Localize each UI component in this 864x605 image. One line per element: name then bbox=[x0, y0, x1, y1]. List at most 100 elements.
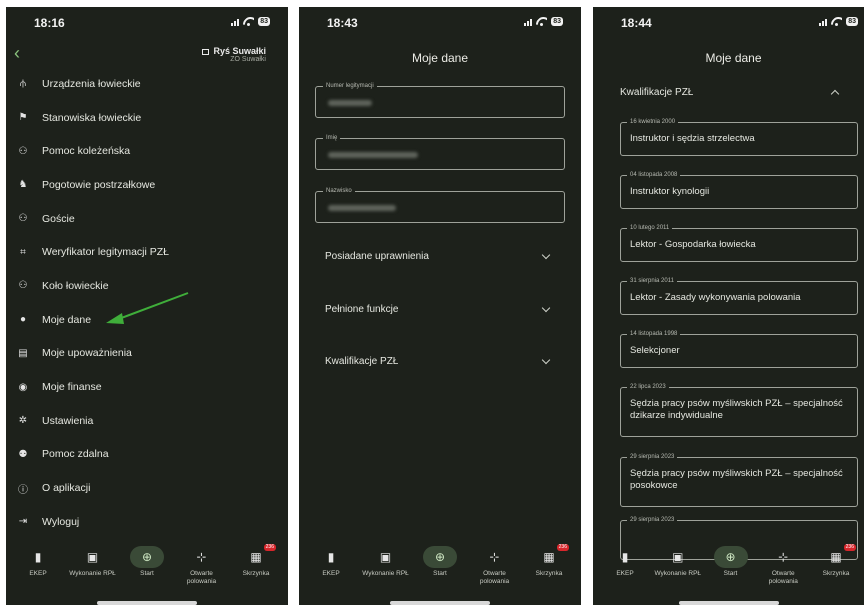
section-qualifications-header[interactable]: Kwalifikacje PZŁ bbox=[620, 87, 840, 99]
blurred-value bbox=[328, 100, 372, 106]
qualification-name: Lektor - Gospodarka łowiecka bbox=[630, 239, 756, 250]
nav-glyph: ▦ bbox=[830, 550, 842, 564]
inbox-icon: ▦ 236 bbox=[230, 544, 282, 568]
nav-glyph: ▣ bbox=[86, 550, 99, 564]
nav-item[interactable]: ▦ 236 Skrzynka bbox=[523, 540, 575, 590]
calendar-icon: ▣ bbox=[652, 546, 704, 568]
nav-item[interactable]: ▣ Wykonanie RPŁ bbox=[67, 540, 119, 590]
nav-label: Otwarte polowania bbox=[479, 570, 510, 585]
nav-glyph: ▣ bbox=[672, 550, 684, 564]
nav-glyph: ▮ bbox=[34, 550, 42, 564]
nav-item[interactable]: ⊹ Otwarte polowania bbox=[469, 540, 521, 590]
qualification-name: Lektor - Zasady wykonywania polowania bbox=[630, 292, 801, 303]
nav-glyph: ⊕ bbox=[725, 550, 736, 564]
bottom-navigation: ▮ EKEP ▣ Wykonanie RPŁ ⊕ Start ⊹ Otwarte polowa… bbox=[299, 540, 581, 590]
notification-badge: 236 bbox=[843, 544, 856, 551]
nav-glyph: ▦ bbox=[250, 550, 262, 564]
nav-glyph: ⊹ bbox=[489, 550, 500, 564]
page-title: Moje dane bbox=[705, 51, 762, 65]
nav-label: Wykonanie RPŁ bbox=[69, 570, 116, 577]
status-time: 18:44 bbox=[621, 16, 652, 30]
card-number-field[interactable]: Numer legitymacji bbox=[315, 82, 565, 118]
menu-item[interactable]: ⌗ Weryfikator legitymacji PZŁ bbox=[6, 235, 288, 269]
first-name-field[interactable]: Imię bbox=[315, 134, 565, 170]
menu-item[interactable]: ♞ Pogotowie postrzałkowe bbox=[6, 168, 288, 202]
field-label: Numer legitymacji bbox=[323, 82, 377, 91]
blurred-value bbox=[328, 152, 418, 158]
club-subtitle: ZO Suwałki bbox=[230, 56, 266, 63]
menu-item[interactable]: ⚇ Pomoc koleżeńska bbox=[6, 134, 288, 168]
qualification-date: 04 listopada 2008 bbox=[627, 171, 681, 180]
club-header: Ryś Suwałki ZO Suwałki bbox=[202, 46, 266, 63]
menu-item[interactable]: ✲ Ustawienia bbox=[6, 404, 288, 438]
chevron-up-icon bbox=[830, 89, 840, 99]
inbox-icon: ▦ 236 bbox=[810, 544, 862, 568]
support-icon: ⚉ bbox=[18, 448, 28, 460]
club-name: Ryś Suwałki bbox=[213, 46, 266, 56]
phone-screen-menu: 18:16 83 ‹ Ryś Suwałki ZO Suwałki ⫛ Urząd… bbox=[6, 7, 288, 605]
menu-item-label: Pomoc zdalna bbox=[42, 448, 109, 461]
nav-label: EKEP bbox=[29, 570, 47, 577]
top-bar: Moje dane bbox=[299, 37, 581, 77]
status-time: 18:16 bbox=[34, 16, 65, 30]
chevron-down-icon bbox=[541, 250, 551, 260]
menu-item[interactable]: ⓘ O aplikacji bbox=[6, 471, 288, 505]
crosshair-icon: ⊹ bbox=[757, 546, 809, 568]
qualification-card: 29 sierpnia 2023 Sędzia pracy psów myśliw… bbox=[620, 453, 858, 507]
menu-item-label: Pogotowie postrzałkowe bbox=[42, 178, 156, 191]
phone-screen-my-data: 18:43 83 Moje dane Numer legitymacji Imi… bbox=[299, 7, 581, 605]
chevron-down-icon bbox=[541, 303, 551, 313]
menu-item[interactable]: ⚇ Goście bbox=[6, 202, 288, 236]
notification-badge: 236 bbox=[263, 544, 276, 551]
ekep-icon: ▮ bbox=[12, 546, 64, 568]
signal-icon bbox=[231, 18, 240, 26]
nav-item[interactable]: ▮ EKEP bbox=[12, 540, 64, 590]
nav-item[interactable]: ▦ 236 Skrzynka bbox=[810, 540, 862, 590]
menu-item-label: Koło łowieckie bbox=[42, 279, 109, 292]
nav-item[interactable]: ▦ 236 Skrzynka bbox=[230, 540, 282, 590]
start-icon: ⊕ bbox=[713, 546, 748, 568]
menu-item[interactable]: ⚉ Pomoc zdalna bbox=[6, 438, 288, 472]
status-bar: 18:16 83 bbox=[6, 7, 288, 37]
back-arrow-icon[interactable]: ‹ bbox=[14, 43, 20, 64]
section-qualifications[interactable]: Kwalifikacje PZŁ bbox=[325, 355, 551, 367]
ekep-icon: ▮ bbox=[599, 546, 651, 568]
nav-item[interactable]: ▮ EKEP bbox=[599, 540, 651, 590]
inbox-icon: ▦ 236 bbox=[523, 544, 575, 568]
qualification-card: 10 lutego 2011 Lektor - Gospodarka łowiec… bbox=[620, 224, 858, 262]
nav-label: EKEP bbox=[616, 570, 634, 577]
person-icon: ● bbox=[19, 314, 27, 326]
battery-icon: 83 bbox=[846, 17, 858, 26]
section-functions[interactable]: Pełnione funkcje bbox=[325, 303, 551, 315]
nav-item[interactable]: ⊕ Start bbox=[414, 540, 466, 590]
menu-item[interactable]: ⚑ Stanowiska łowieckie bbox=[6, 101, 288, 135]
status-time: 18:43 bbox=[327, 16, 358, 30]
menu-item[interactable]: ◉ Moje finanse bbox=[6, 370, 288, 404]
menu-item[interactable]: ⫛ Urządzenia łowieckie bbox=[6, 67, 288, 101]
nav-item[interactable]: ⊕ Start bbox=[121, 540, 173, 590]
qualification-date: 16 kwietnia 2000 bbox=[627, 118, 679, 127]
nav-item[interactable]: ▮ EKEP bbox=[305, 540, 357, 590]
nav-item[interactable]: ▣ Wykonanie RPŁ bbox=[360, 540, 412, 590]
menu-item[interactable]: ⇥ Wyloguj bbox=[6, 505, 288, 539]
nav-glyph: ▮ bbox=[327, 550, 335, 564]
menu-item[interactable]: ▤ Moje upoważnienia bbox=[6, 337, 288, 371]
qualification-date: 14 listopada 1998 bbox=[627, 330, 681, 339]
qualification-name: Instruktor kynologii bbox=[630, 186, 710, 197]
scan-icon: ⌗ bbox=[20, 246, 26, 258]
nav-item[interactable]: ⊹ Otwarte polowania bbox=[176, 540, 228, 590]
nav-item[interactable]: ⊕ Start bbox=[705, 540, 757, 590]
nav-label: Skrzynka bbox=[535, 570, 563, 577]
nav-item[interactable]: ▣ Wykonanie RPŁ bbox=[652, 540, 704, 590]
bottom-navigation: ▮ EKEP ▣ Wykonanie RPŁ ⊕ Start ⊹ Otwarte polowa… bbox=[593, 540, 864, 590]
start-icon: ⊕ bbox=[423, 546, 457, 568]
home-indicator bbox=[390, 601, 490, 605]
nav-item[interactable]: ⊹ Otwarte polowania bbox=[757, 540, 809, 590]
section-permissions[interactable]: Posiadane uprawnienia bbox=[325, 250, 551, 262]
qualification-card: 04 listopada 2008 Instruktor kynologii bbox=[620, 171, 858, 209]
nav-glyph: ⊹ bbox=[196, 550, 207, 564]
menu-item-label: Goście bbox=[42, 212, 75, 225]
last-name-field[interactable]: Nazwisko bbox=[315, 187, 565, 223]
qualification-date: 31 sierpnia 2011 bbox=[627, 277, 677, 286]
nav-label: Start bbox=[140, 570, 154, 577]
